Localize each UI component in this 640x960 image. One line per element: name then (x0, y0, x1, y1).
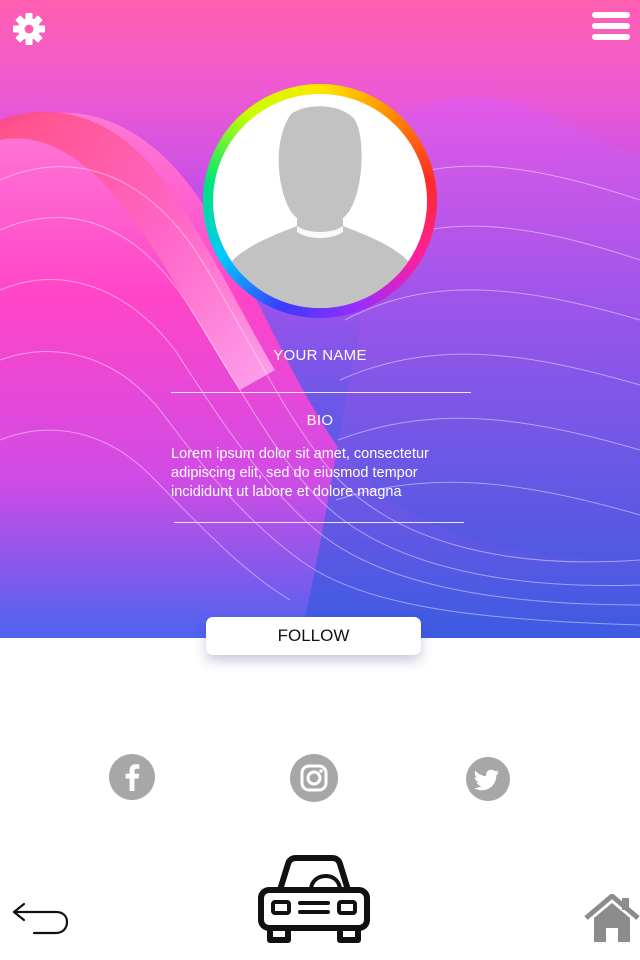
facebook-button[interactable] (109, 754, 155, 800)
facebook-icon (125, 764, 140, 791)
car-icon (258, 855, 370, 943)
avatar[interactable] (213, 94, 427, 308)
back-button[interactable] (10, 898, 70, 940)
hero-background: YOUR NAME BIO Lorem ipsum dolor sit amet… (0, 0, 640, 638)
back-arrow-icon (12, 902, 69, 935)
name-label: YOUR NAME (273, 347, 367, 364)
gear-icon (13, 13, 45, 45)
bio-text[interactable]: Lorem ipsum dolor sit amet, consectetur … (171, 445, 471, 502)
instagram-button[interactable] (290, 754, 338, 802)
hamburger-menu-icon (592, 12, 630, 18)
settings-button[interactable] (12, 12, 46, 46)
menu-button[interactable] (592, 12, 630, 46)
twitter-button[interactable] (466, 757, 510, 801)
bio-label: BIO (306, 412, 334, 429)
twitter-icon (473, 769, 499, 791)
name-field[interactable] (171, 370, 471, 393)
follow-button[interactable]: FOLLOW (206, 617, 421, 655)
instagram-icon (300, 764, 328, 792)
avatar-ring[interactable] (203, 84, 437, 318)
bio-underline (174, 522, 464, 523)
car-button[interactable] (256, 854, 372, 944)
home-button[interactable] (584, 893, 640, 944)
default-user-avatar-icon (219, 106, 421, 308)
home-icon (584, 893, 640, 942)
